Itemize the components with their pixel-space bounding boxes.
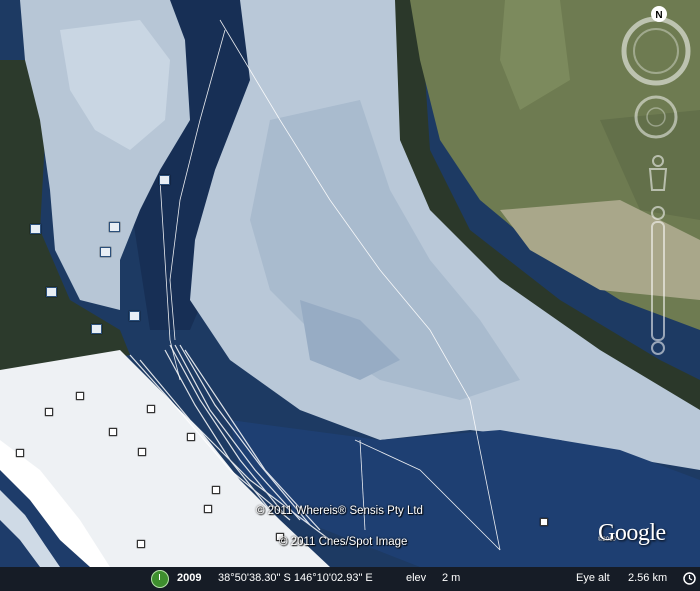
map-marker[interactable] [212,486,220,494]
street-view-pegman-icon[interactable] [648,155,668,191]
map-marker[interactable] [187,433,195,441]
copyright-text: © 2011 Cnes/Spot Image [279,536,408,548]
map-marker[interactable] [76,392,84,400]
map-marker[interactable] [137,540,145,548]
elevation-value: 2 m [442,572,461,584]
map-marker[interactable] [46,287,57,297]
move-joystick-icon[interactable] [634,95,678,139]
zoom-in-icon [651,206,665,220]
imagery-date: 2009 [177,572,202,584]
map-marker[interactable] [204,505,212,513]
status-bar: 2009 38°50'38.30" S 146°10'02.93" E elev… [0,567,700,591]
map-marker[interactable] [159,175,170,185]
streaming-status-icon [683,572,696,585]
map-marker[interactable] [45,408,53,416]
look-joystick-icon[interactable] [633,28,679,74]
zoom-out-icon [651,341,665,355]
map-marker[interactable] [540,518,548,526]
copyright-text: © 2011 Whereis® Sensis Pty Ltd [256,505,423,517]
map-marker[interactable] [129,311,140,321]
elevation-label: elev [406,572,427,584]
map-marker[interactable] [30,224,41,234]
zoom-slider[interactable] [651,206,665,355]
map-marker[interactable] [109,428,117,436]
pointer-coordinates: 38°50'38.30" S 146°10'02.93" E [218,572,373,584]
satellite-imagery[interactable] [0,0,700,591]
zoom-track [651,221,665,341]
map-marker[interactable] [91,324,102,334]
map-viewport[interactable]: N © 2011 Whereis® Sensis Pty Ltd © 2011 … [0,0,700,591]
eye-alt-label: Eye alt [576,572,610,584]
map-marker[interactable] [109,222,120,232]
navigation-controls[interactable]: N [620,4,698,364]
north-label: N [655,10,662,21]
map-marker[interactable] [100,247,111,257]
map-marker[interactable] [138,448,146,456]
historical-imagery-icon[interactable] [151,570,169,588]
map-marker[interactable] [16,449,24,457]
map-marker[interactable] [147,405,155,413]
eye-alt-value: 2.56 km [628,572,668,584]
google-logo: Google [598,520,666,546]
